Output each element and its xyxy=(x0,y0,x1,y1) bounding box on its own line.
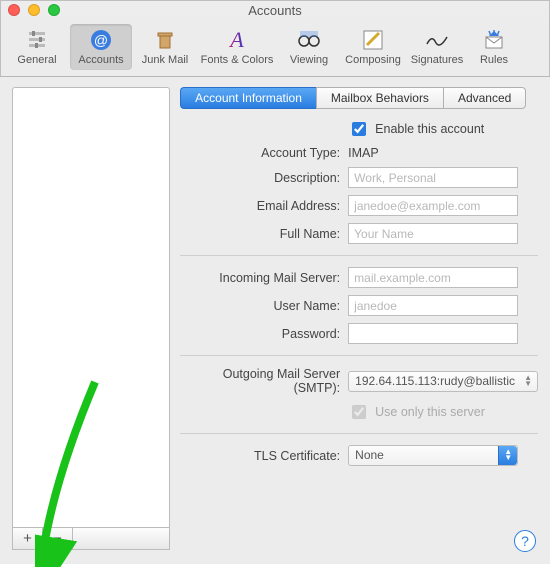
font-icon: A xyxy=(223,28,251,52)
fullname-input[interactable] xyxy=(348,223,518,244)
toolbar-composing[interactable]: Composing xyxy=(342,24,404,70)
fullname-label: Full Name: xyxy=(180,227,340,241)
rules-icon xyxy=(480,28,508,52)
glasses-icon xyxy=(295,28,323,52)
enable-account-label: Enable this account xyxy=(375,122,484,136)
password-label: Password: xyxy=(180,327,340,341)
accounts-sidebar: + − xyxy=(12,87,170,550)
add-account-button[interactable]: + xyxy=(13,528,43,549)
toolbar-label: Rules xyxy=(480,54,508,66)
toolbar-label: Junk Mail xyxy=(142,54,188,66)
at-icon: @ xyxy=(87,28,115,52)
incoming-label: Incoming Mail Server: xyxy=(180,271,340,285)
toolbar-general[interactable]: General xyxy=(6,24,68,70)
svg-text:@: @ xyxy=(94,32,108,48)
tls-select[interactable]: None ▲▼ xyxy=(348,445,518,466)
remove-account-button[interactable]: − xyxy=(43,528,73,549)
username-label: User Name: xyxy=(180,299,340,313)
toolbar-label: Fonts & Colors xyxy=(201,54,274,66)
account-type-value: IMAP xyxy=(348,146,518,160)
content-body: + − Account Information Mailbox Behavior… xyxy=(0,77,550,564)
use-only-server-label: Use only this server xyxy=(375,405,485,419)
toolbar-signatures[interactable]: Signatures xyxy=(406,24,468,70)
tls-label: TLS Certificate: xyxy=(180,449,340,463)
toolbar-label: Composing xyxy=(345,54,401,66)
username-input[interactable] xyxy=(348,295,518,316)
smtp-label: Outgoing Mail Server (SMTP): xyxy=(180,367,340,395)
toolbar-accounts[interactable]: @ Accounts xyxy=(70,24,132,70)
sidebar-footer-spacer xyxy=(73,528,169,549)
toolbar-rules[interactable]: Rules xyxy=(470,24,518,70)
description-input[interactable] xyxy=(348,167,518,188)
window-title: Accounts xyxy=(0,3,550,18)
chevron-updown-icon: ▲▼ xyxy=(524,375,532,387)
signature-icon xyxy=(423,28,451,52)
toolbar-label: Viewing xyxy=(290,54,328,66)
tab-bar: Account Information Mailbox Behaviors Ad… xyxy=(180,87,538,109)
compose-icon xyxy=(359,28,387,52)
sidebar-footer: + − xyxy=(13,527,169,549)
toolbar-label: Signatures xyxy=(411,54,464,66)
tab-account-information[interactable]: Account Information xyxy=(180,87,316,109)
toolbar-label: General xyxy=(17,54,56,66)
description-label: Description: xyxy=(180,171,340,185)
toolbar-viewing[interactable]: Viewing xyxy=(278,24,340,70)
toolbar: General @ Accounts Junk Mail A Fonts & C… xyxy=(0,20,550,77)
email-input[interactable] xyxy=(348,195,518,216)
password-input[interactable] xyxy=(348,323,518,344)
titlebar: Accounts xyxy=(0,0,550,20)
tab-mailbox-behaviors[interactable]: Mailbox Behaviors xyxy=(316,87,443,109)
chevron-updown-icon: ▲▼ xyxy=(504,449,512,461)
account-type-label: Account Type: xyxy=(180,146,340,160)
email-label: Email Address: xyxy=(180,199,340,213)
trash-icon xyxy=(151,28,179,52)
enable-account-checkbox[interactable] xyxy=(352,122,366,136)
smtp-value: 192.64.115.113:rudy@ballistic xyxy=(355,374,515,388)
main-panel: Account Information Mailbox Behaviors Ad… xyxy=(180,87,538,550)
preferences-window: Accounts General @ Accounts Junk Mail A … xyxy=(0,0,550,564)
account-form: Enable this account Account Type: IMAP D… xyxy=(180,119,538,466)
toolbar-junkmail[interactable]: Junk Mail xyxy=(134,24,196,70)
smtp-select[interactable]: 192.64.115.113:rudy@ballistic ▲▼ xyxy=(348,371,538,392)
tab-advanced[interactable]: Advanced xyxy=(443,87,526,109)
use-only-server-checkbox xyxy=(352,405,366,419)
accounts-list[interactable] xyxy=(13,88,169,527)
toolbar-label: Accounts xyxy=(78,54,123,66)
help-button[interactable]: ? xyxy=(514,530,536,552)
slider-icon xyxy=(23,28,51,52)
incoming-input[interactable] xyxy=(348,267,518,288)
toolbar-fonts[interactable]: A Fonts & Colors xyxy=(198,24,276,70)
tls-value: None xyxy=(355,448,384,462)
